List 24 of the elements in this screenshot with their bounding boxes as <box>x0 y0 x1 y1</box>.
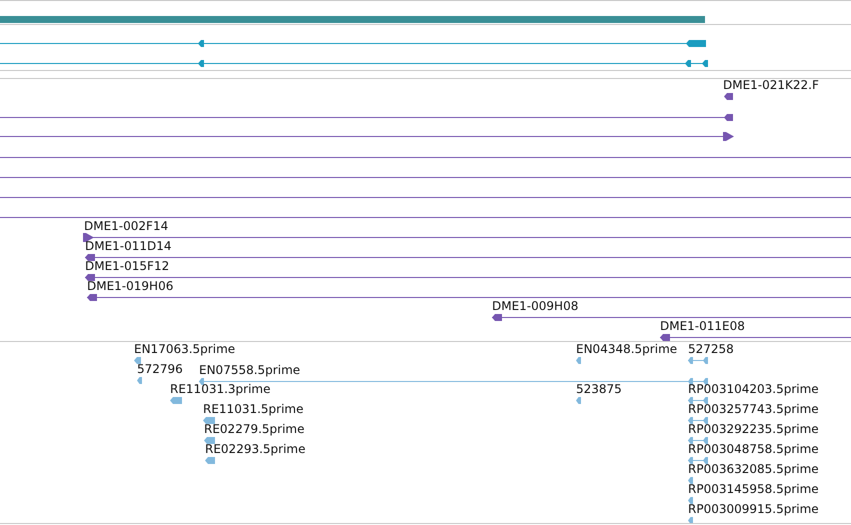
feature-label: DME1-011D14 <box>85 239 172 253</box>
feature-label: RE02293.5prime <box>205 442 306 456</box>
feature-label: EN17063.5prime <box>134 342 236 356</box>
feature-label: RE02279.5prime <box>204 422 304 436</box>
feature-label: RE11031.3prime <box>170 382 270 396</box>
feature-label: 523875 <box>576 382 622 396</box>
feature-label: DME1-015F12 <box>85 259 170 273</box>
feature-label: DME1-011E08 <box>660 319 745 333</box>
feature-label: RP003009915.5prime <box>688 502 819 516</box>
feature-label: RP003104203.5prime <box>688 382 819 396</box>
feature-label: EN07558.5prime <box>199 363 300 377</box>
feature-label: RE11031.5prime <box>203 402 304 416</box>
feature-label: 527258 <box>688 342 734 356</box>
feature-label: RP003257743.5prime <box>688 402 819 416</box>
feature-label: RP003292235.5prime <box>688 422 819 436</box>
feature-label: RP003048758.5prime <box>688 442 819 456</box>
feature-label: DME1-019H06 <box>87 279 174 293</box>
feature-label: DME1-002F14 <box>84 219 168 233</box>
feature-label: RP003632085.5prime <box>688 462 819 476</box>
feature-label: EN04348.5prime <box>576 342 678 356</box>
feature-label: DME1-009H08 <box>492 299 578 313</box>
feature-label: 572796 <box>137 362 183 376</box>
feature-label: DME1-021K22.F <box>723 79 819 92</box>
feature-label: RP003145958.5prime <box>688 482 819 496</box>
